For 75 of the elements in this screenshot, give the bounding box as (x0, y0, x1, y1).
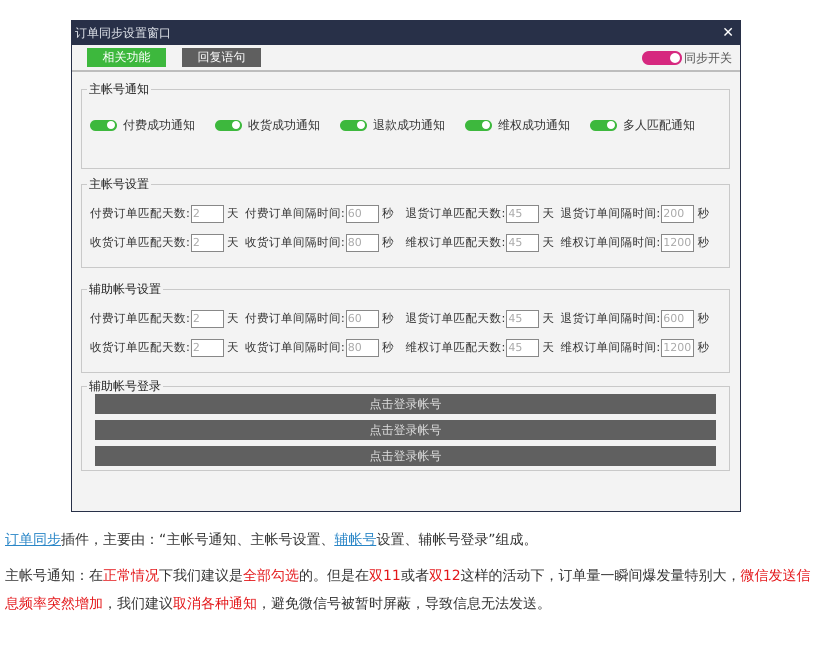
unit-label: 秒 (697, 338, 710, 356)
toggle-switch[interactable] (340, 120, 367, 130)
field-label: 维权订单匹配天数: (406, 338, 506, 356)
input-field[interactable]: 200 (661, 204, 694, 222)
input-field[interactable]: 2 (190, 338, 224, 356)
input-field[interactable]: 45 (506, 234, 540, 252)
input-field[interactable]: 2 (190, 234, 224, 252)
toggle-switch[interactable] (642, 50, 682, 64)
toggle-switch[interactable] (465, 120, 492, 130)
field-label: 付费订单间隔时间: (244, 310, 345, 327)
input-field[interactable]: 2 (190, 204, 224, 222)
login-button[interactable]: 点击登录帐号 (95, 420, 716, 440)
article-paragraph: 主帐号通知：在正常情况下我们建议是全部勾选的。但是在双11或者双12这样的活动下，订单量一瞬间爆发量特别大，微信发送信息频率突然增加，我们建议取消各种通知，避免微信号被暂时屏蔽，导致信息无法发送。 (5, 567, 812, 614)
unit-label: 天 (542, 204, 554, 222)
unit-label: 天 (226, 234, 239, 251)
article-paragraph: 订单同步插件，主要由：“主帐号通知、主帐号设置、辅帐号设置、辅帐号登录”组成。 (5, 531, 539, 550)
input-field[interactable]: 2 (190, 310, 224, 328)
field-label: 退货订单间隔时间: (560, 310, 660, 327)
field-label: 收货订单匹配天数: (90, 338, 190, 356)
field-label: 退货订单间隔时间: (560, 204, 660, 222)
unit-label: 秒 (697, 310, 710, 327)
toggle-label: 付费成功通知 (123, 117, 195, 134)
unit-label: 秒 (697, 204, 710, 222)
toggle-label: 多人匹配通知 (623, 117, 695, 134)
field-label: 收货订单间隔时间: (244, 338, 345, 356)
input-field[interactable]: 45 (506, 310, 540, 328)
tab[interactable]: 相关功能 (87, 48, 166, 67)
field-label: 维权订单匹配天数: (406, 234, 506, 251)
window-title: 订单同步设置窗口 (75, 25, 171, 42)
unit-label: 天 (226, 204, 239, 222)
unit-label: 秒 (382, 234, 394, 251)
toggle-switch[interactable] (590, 120, 617, 130)
input-field[interactable]: 45 (506, 338, 540, 356)
unit-label: 天 (542, 338, 554, 356)
toggle-label: 收货成功通知 (248, 117, 320, 134)
field-label: 收货订单匹配天数: (90, 234, 190, 251)
field-label: 退货订单匹配天数: (406, 310, 506, 327)
input-field[interactable]: 60 (346, 310, 379, 328)
toggle-switch[interactable] (215, 120, 242, 130)
input-field[interactable]: 80 (346, 234, 379, 252)
unit-label: 天 (542, 234, 554, 251)
unit-label: 天 (226, 310, 239, 327)
group-title: 主帐号设置 (87, 176, 151, 192)
unit-label: 秒 (697, 234, 710, 251)
unit-label: 天 (226, 338, 239, 356)
switch-label: 同步开关 (684, 50, 732, 66)
toggle-label: 退款成功通知 (373, 117, 445, 134)
close-button[interactable]: ✕ (722, 26, 734, 40)
group-title: 辅助帐号设置 (87, 281, 163, 297)
field-label: 维权订单间隔时间: (560, 234, 660, 251)
input-field[interactable]: 80 (346, 338, 379, 356)
toggle-switch[interactable] (90, 120, 117, 130)
unit-label: 秒 (382, 338, 394, 356)
unit-label: 天 (542, 310, 554, 327)
field-label: 付费订单间隔时间: (244, 204, 345, 222)
unit-label: 秒 (382, 204, 394, 222)
group-title: 辅助帐号登录 (87, 378, 163, 394)
input-field[interactable]: 60 (346, 204, 379, 222)
input-field[interactable]: 1200 (661, 338, 694, 356)
group-title: 主帐号通知 (87, 81, 151, 97)
input-field[interactable]: 600 (661, 310, 694, 328)
tab[interactable]: 回复语句 (182, 48, 261, 67)
toggle-label: 维权成功通知 (498, 117, 570, 134)
field-label: 退货订单匹配天数: (406, 204, 506, 222)
login-button[interactable]: 点击登录帐号 (95, 394, 716, 414)
unit-label: 秒 (382, 310, 394, 327)
article-link[interactable]: 订单同步 (5, 532, 61, 548)
input-field[interactable]: 1200 (661, 234, 694, 252)
field-label: 付费订单匹配天数: (90, 204, 190, 222)
article-link[interactable]: 辅帐号 (334, 532, 376, 548)
field-label: 维权订单间隔时间: (560, 338, 660, 356)
login-button[interactable]: 点击登录帐号 (95, 446, 716, 466)
input-field[interactable]: 45 (506, 204, 540, 222)
field-label: 付费订单匹配天数: (90, 310, 190, 327)
field-label: 收货订单间隔时间: (244, 234, 345, 251)
